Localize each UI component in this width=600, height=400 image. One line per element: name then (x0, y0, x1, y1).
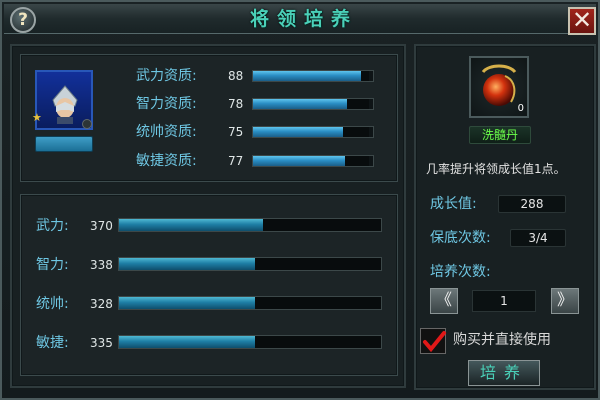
growth-label: 成长值: (430, 196, 477, 212)
stat-bar-force (118, 218, 382, 232)
close-button[interactable]: ✕ (568, 7, 596, 35)
auto-buy-label: 购买并直接使用 (453, 332, 551, 348)
aptitude-bar-intellect (252, 98, 374, 110)
aptitude-bar-fill-force (253, 71, 361, 81)
warrior-portrait-icon (52, 85, 78, 124)
aptitude-label-force: 武力资质: (136, 68, 197, 84)
stat-label-agility: 敏捷: (36, 335, 69, 351)
aptitude-value-agility: 77 (228, 154, 244, 168)
item-slot[interactable]: 0 (469, 56, 529, 118)
stat-bar-fill-intellect (119, 258, 256, 270)
item-name: 洗髓丹 (469, 126, 531, 144)
stat-bar-agility (118, 335, 382, 349)
stat-label-force: 武力: (36, 218, 69, 234)
train-count-label: 培养次数: (430, 264, 491, 280)
growth-value: 288 (498, 195, 566, 213)
checkmark-icon (423, 331, 446, 353)
guarantee-label: 保底次数: (430, 230, 491, 246)
auto-buy-checkbox[interactable] (420, 328, 446, 354)
aptitude-label-command: 统帅资质: (136, 124, 197, 140)
stat-label-command: 统帅: (36, 296, 69, 312)
help-button[interactable]: ? (10, 7, 36, 33)
increase-button[interactable]: 》 (551, 288, 579, 314)
aptitude-bar-force (252, 70, 374, 82)
item-count: 0 (517, 103, 524, 114)
title-bar: ? 将领培养 ✕ (4, 4, 596, 35)
aptitude-bar-agility (252, 155, 374, 167)
status-dot (82, 119, 92, 129)
aptitude-value-command: 75 (228, 125, 244, 139)
stat-value-command: 328 (90, 297, 113, 311)
aptitude-bar-fill-command (253, 127, 343, 137)
item-description: 几率提升将领成长值1点。 (426, 162, 566, 176)
aptitude-value-intellect: 78 (228, 97, 244, 111)
window-title: 将领培养 (249, 8, 358, 30)
stat-bar-fill-command (119, 297, 256, 309)
stat-bar-fill-agility (119, 336, 256, 348)
aptitude-bar-fill-intellect (253, 99, 347, 109)
stat-value-intellect: 338 (90, 258, 113, 272)
aptitude-label-intellect: 智力资质: (136, 96, 197, 112)
aptitude-bar-fill-agility (253, 156, 346, 166)
aptitude-label-agility: 敏捷资质: (136, 153, 197, 169)
aptitude-value-force: 88 (228, 69, 244, 83)
decrease-button[interactable]: 《 (430, 288, 458, 314)
rank-star-icon: ★ (32, 111, 42, 124)
stat-bar-intellect (118, 257, 382, 271)
stat-value-agility: 335 (90, 336, 113, 350)
guarantee-value: 3/4 (510, 229, 566, 247)
stat-bar-fill-force (119, 219, 264, 231)
aptitude-bar-command (252, 126, 374, 138)
stat-bar-command (118, 296, 382, 310)
red-orb-icon (481, 64, 517, 106)
train-count-input[interactable]: 1 (472, 290, 536, 312)
stat-label-intellect: 智力: (36, 257, 69, 273)
general-name-plate (35, 136, 93, 152)
stat-value-force: 370 (90, 219, 113, 233)
train-button[interactable]: 培养 (468, 360, 540, 386)
training-window: ? 将领培养 ✕ ★ 武力资质: 88 智力资质: 78 统帅资质: 75 敏捷… (0, 0, 600, 400)
